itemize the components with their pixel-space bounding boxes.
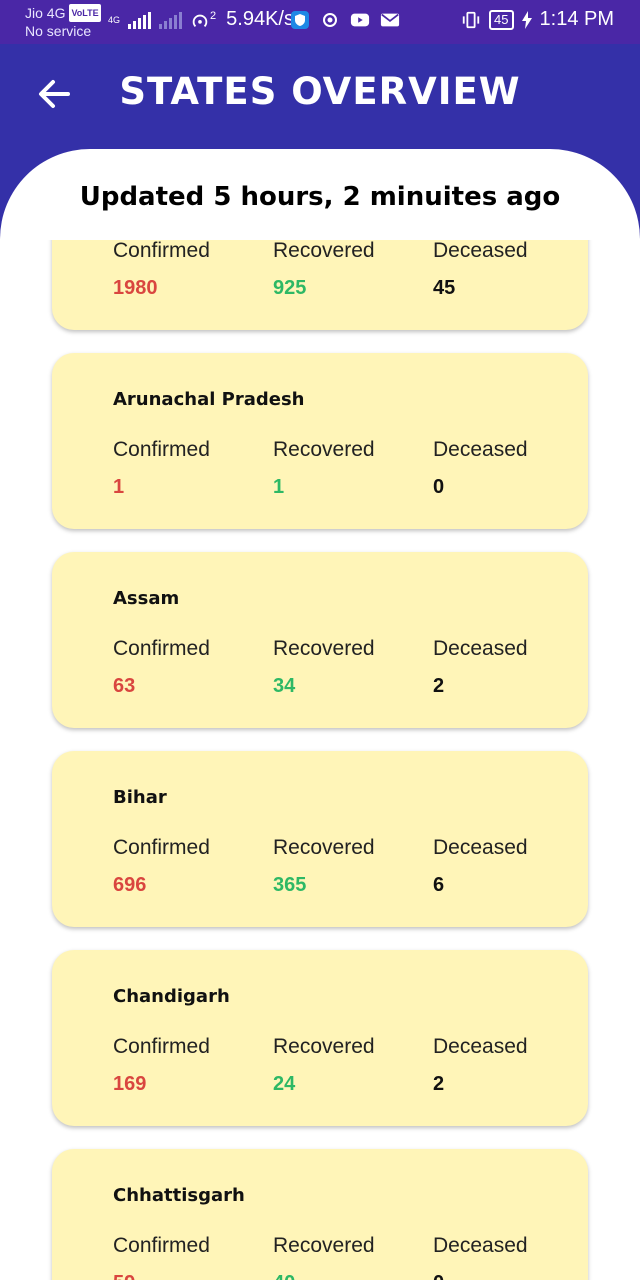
recovered-label: Recovered (273, 637, 375, 660)
confirmed-value: 169 (113, 1073, 147, 1095)
radio-icon (320, 10, 340, 30)
confirmed-label: Confirmed (113, 637, 210, 660)
page-title: STATES OVERVIEW (119, 70, 521, 113)
confirmed-stat: Confirmed 1 (113, 438, 210, 499)
confirmed-value: 59 (113, 1272, 210, 1280)
state-card[interactable]: Assam Confirmed 63 Recovered 34 Deceased… (52, 552, 588, 728)
confirmed-label: Confirmed (113, 240, 210, 262)
recovered-stat: Recovered 34 (273, 637, 375, 698)
deceased-stat: Deceased 0 (433, 1234, 528, 1280)
volte-badge: VoLTE (69, 4, 101, 22)
deceased-value: 45 (433, 277, 456, 299)
recovered-label: Recovered (273, 1035, 375, 1058)
state-card[interactable]: Confirmed 1980 Recovered 925 Deceased 45 (52, 240, 588, 330)
network-type: 4G (108, 14, 121, 25)
network-speed: 5.94K/s (226, 8, 294, 30)
state-card[interactable]: Chandigarh Confirmed 169 Recovered 24 De… (52, 950, 588, 1126)
signal-area: 4G 2 5.94K/s (108, 8, 294, 31)
state-card[interactable]: Bihar Confirmed 696 Recovered 365 Deceas… (52, 751, 588, 927)
shield-icon (290, 10, 310, 30)
hotspot-icon (190, 10, 210, 30)
deceased-label: Deceased (433, 637, 528, 660)
notification-icons (290, 10, 400, 30)
confirmed-stat: Confirmed 59 (113, 1234, 210, 1280)
confirmed-stat: Confirmed 169 (113, 1035, 210, 1096)
deceased-label: Deceased (433, 240, 528, 262)
battery-level: 45 (489, 9, 514, 30)
clock: 1:14 PM (539, 8, 614, 30)
state-name: Bihar (113, 787, 167, 808)
recovered-value: 34 (273, 675, 296, 697)
system-status: 45 1:14 PM (461, 8, 614, 31)
recovered-value: 365 (273, 874, 307, 896)
confirmed-label: Confirmed (113, 438, 210, 461)
confirmed-stat: Confirmed 1980 (113, 240, 210, 300)
confirmed-stat: Confirmed 63 (113, 637, 210, 698)
deceased-value: 2 (433, 675, 445, 697)
recovered-label: Recovered (273, 836, 375, 859)
hotspot-count: 2 (210, 9, 217, 22)
carrier-status: No service (25, 23, 92, 39)
deceased-value: 0 (433, 476, 445, 498)
deceased-label: Deceased (433, 836, 528, 859)
recovered-label: Recovered (273, 1234, 375, 1257)
youtube-icon (350, 10, 370, 30)
recovered-stat: Recovered 1 (273, 438, 375, 499)
carrier-info: Jio 4G VoLTE No service (25, 4, 101, 40)
signal-strength-icon (128, 11, 152, 29)
recovered-stat: Recovered 925 (273, 240, 375, 300)
confirmed-value: 1 (113, 476, 125, 498)
deceased-value: 2 (433, 1073, 445, 1095)
confirmed-label: Confirmed (113, 1234, 210, 1257)
last-updated-text: Updated 5 hours, 2 minuites ago (79, 182, 561, 212)
confirmed-stat: Confirmed 696 (113, 836, 210, 897)
carrier-name: Jio 4G (25, 5, 66, 21)
vibrate-icon (461, 10, 481, 30)
status-bar: Jio 4G VoLTE No service 4G 2 5.94K/s 45 … (0, 0, 640, 44)
confirmed-value: 63 (113, 675, 136, 697)
deceased-stat: Deceased 2 (433, 637, 528, 698)
state-card[interactable]: Arunachal Pradesh Confirmed 1 Recovered … (52, 353, 588, 529)
recovered-value: 40 (273, 1272, 375, 1280)
deceased-label: Deceased (433, 438, 528, 461)
confirmed-value: 696 (113, 874, 147, 896)
recovered-value: 925 (273, 277, 307, 299)
confirmed-value: 1980 (113, 277, 158, 299)
deceased-stat: Deceased 0 (433, 438, 528, 499)
recovered-label: Recovered (273, 438, 375, 461)
deceased-label: Deceased (433, 1035, 528, 1058)
recovered-label: Recovered (273, 240, 375, 262)
confirmed-label: Confirmed (113, 1035, 210, 1058)
deceased-value: 6 (433, 874, 445, 896)
deceased-value: 0 (433, 1272, 528, 1280)
states-list[interactable]: Confirmed 1980 Recovered 925 Deceased 45… (0, 240, 640, 1280)
state-card[interactable]: Chhattisgarh Confirmed 59 Recovered 40 D… (52, 1149, 588, 1280)
recovered-stat: Recovered 24 (273, 1035, 375, 1096)
deceased-label: Deceased (433, 1234, 528, 1257)
charging-icon (521, 10, 532, 30)
confirmed-label: Confirmed (113, 836, 210, 859)
recovered-stat: Recovered 40 (273, 1234, 375, 1280)
deceased-stat: Deceased 6 (433, 836, 528, 897)
state-name: Arunachal Pradesh (113, 389, 305, 410)
state-name: Chhattisgarh (113, 1185, 245, 1206)
deceased-stat: Deceased 45 (433, 240, 528, 300)
mail-icon (380, 10, 400, 30)
deceased-stat: Deceased 2 (433, 1035, 528, 1096)
state-name: Assam (113, 588, 180, 609)
recovered-stat: Recovered 365 (273, 836, 375, 897)
recovered-value: 24 (273, 1073, 296, 1095)
state-name: Chandigarh (113, 986, 230, 1007)
signal-nosim-icon (159, 11, 183, 29)
app-header: STATES OVERVIEW (0, 44, 640, 149)
recovered-value: 1 (273, 476, 285, 498)
